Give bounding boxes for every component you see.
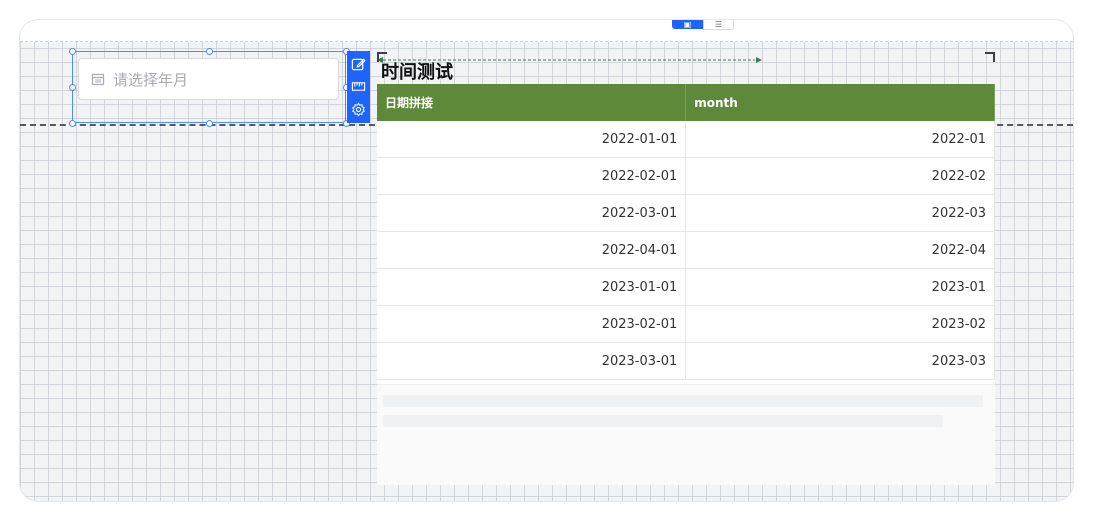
placeholder-line: [383, 415, 943, 427]
view-toggle-list[interactable]: ☰: [703, 20, 734, 30]
table-cell: 2023-01-01: [377, 268, 687, 306]
table-cell: 2022-01-01: [377, 121, 687, 158]
table-row: 2022-04-01 2022-04: [377, 231, 995, 269]
table-header-row: 日期拼接 month: [377, 84, 995, 121]
table-row: 2022-03-01 2022-03: [377, 194, 995, 232]
corner-mark: [985, 52, 995, 62]
table-cell: 2023-03-01: [377, 342, 687, 380]
table-row: 2022-01-01 2022-01: [377, 121, 995, 158]
table-empty-area: [377, 384, 995, 485]
resize-handle[interactable]: [69, 48, 76, 55]
table-cell: 2022-02: [685, 157, 995, 195]
view-toggle: ▣ ☰: [672, 20, 734, 30]
table-cell: 2022-03: [685, 194, 995, 232]
calendar-icon: [91, 73, 105, 86]
view-toggle-grid[interactable]: ▣: [672, 20, 703, 29]
table-title: 时间测试: [381, 62, 453, 83]
canvas-frame: ▣ ☰ 请选择年月 时间测试 日期拼接 month 2022-01-01 202…: [20, 20, 1073, 501]
table-cell: 2022-01: [685, 121, 995, 158]
picker-placeholder: 请选择年月: [113, 70, 189, 89]
month-picker-input[interactable]: 请选择年月: [78, 58, 339, 100]
gear-icon[interactable]: [351, 102, 366, 117]
column-header[interactable]: 日期拼接: [377, 84, 687, 121]
ruler-icon[interactable]: [351, 79, 366, 94]
table-row: 2023-02-01 2023-02: [377, 305, 995, 343]
table-widget[interactable]: 时间测试 日期拼接 month 2022-01-01 2022-01 2022-…: [377, 52, 995, 485]
table-cell: 2022-02-01: [377, 157, 687, 195]
resize-handle[interactable]: [206, 120, 213, 127]
edit-icon[interactable]: [351, 57, 366, 72]
resize-handle[interactable]: [69, 120, 76, 127]
table-row: 2023-01-01 2023-01: [377, 268, 995, 306]
widget-toolbar: [347, 51, 370, 123]
top-bar: ▣ ☰: [20, 20, 1073, 42]
table-cell: 2022-04: [685, 231, 995, 269]
table-cell: 2023-03: [685, 342, 995, 380]
table-row: 2022-02-01 2022-02: [377, 157, 995, 195]
table-cell: 2023-02: [685, 305, 995, 343]
table-cell: 2022-03-01: [377, 194, 687, 232]
column-header[interactable]: month: [685, 84, 995, 121]
placeholder-line: [383, 395, 983, 407]
table-cell: 2023-02-01: [377, 305, 687, 343]
date-picker-widget[interactable]: 请选择年月: [69, 48, 350, 127]
resize-handle[interactable]: [206, 48, 213, 55]
table-body: 日期拼接 month 2022-01-01 2022-01 2022-02-01…: [377, 84, 995, 485]
table-cell: 2023-01: [685, 268, 995, 306]
table-row: 2023-03-01 2023-03: [377, 342, 995, 380]
table-cell: 2022-04-01: [377, 231, 687, 269]
data-table: 日期拼接 month 2022-01-01 2022-01 2022-02-01…: [377, 84, 995, 380]
resize-handle[interactable]: [69, 84, 76, 91]
